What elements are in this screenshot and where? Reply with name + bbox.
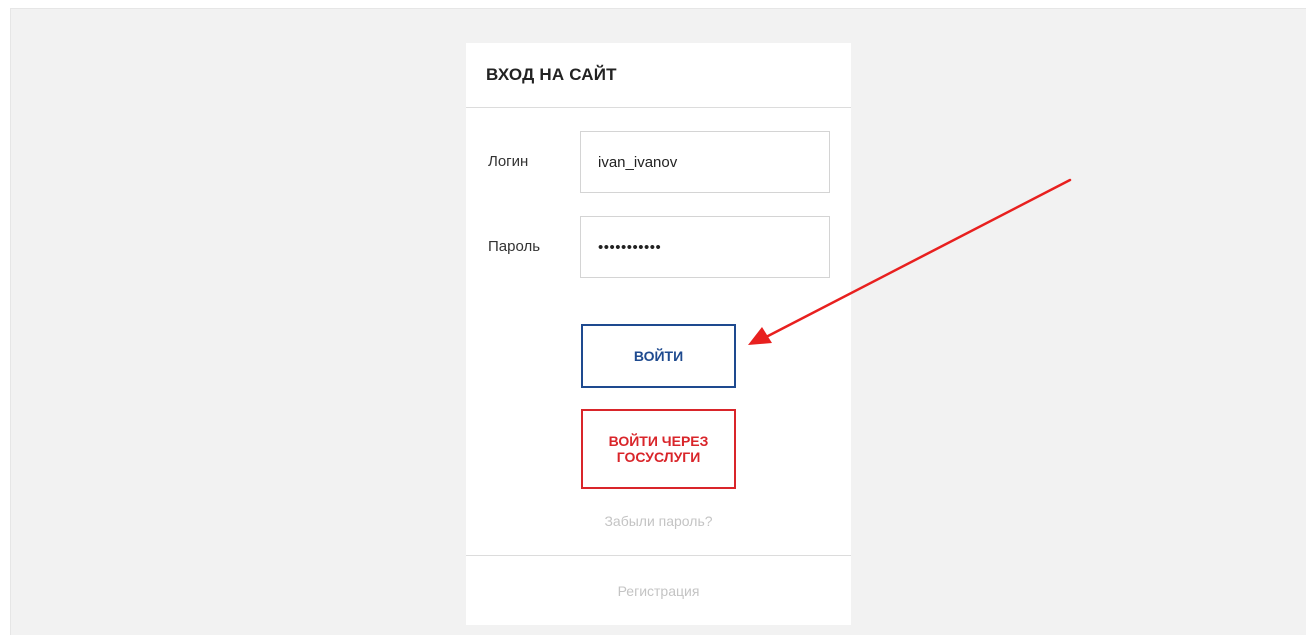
gosuslugi-login-button[interactable]: ВОЙТИ ЧЕРЕЗ ГОСУСЛУГИ [581,409,736,489]
forgot-password-link[interactable]: Забыли пароль? [466,513,851,529]
login-submit-button[interactable]: ВОЙТИ [581,324,736,388]
login-label: Логин [488,153,529,170]
login-card: ВХОД НА САЙТ Логин Пароль ВОЙТИ ВОЙТИ ЧЕ… [466,43,851,625]
login-row: Логин [466,131,851,193]
password-input[interactable] [580,216,830,278]
card-header: ВХОД НА САЙТ [466,43,851,108]
password-row: Пароль [466,216,851,278]
card-footer: Регистрация [466,555,851,625]
login-input[interactable] [580,131,830,193]
card-title: ВХОД НА САЙТ [486,65,617,84]
password-label: Пароль [488,238,541,255]
register-link[interactable]: Регистрация [618,583,700,599]
